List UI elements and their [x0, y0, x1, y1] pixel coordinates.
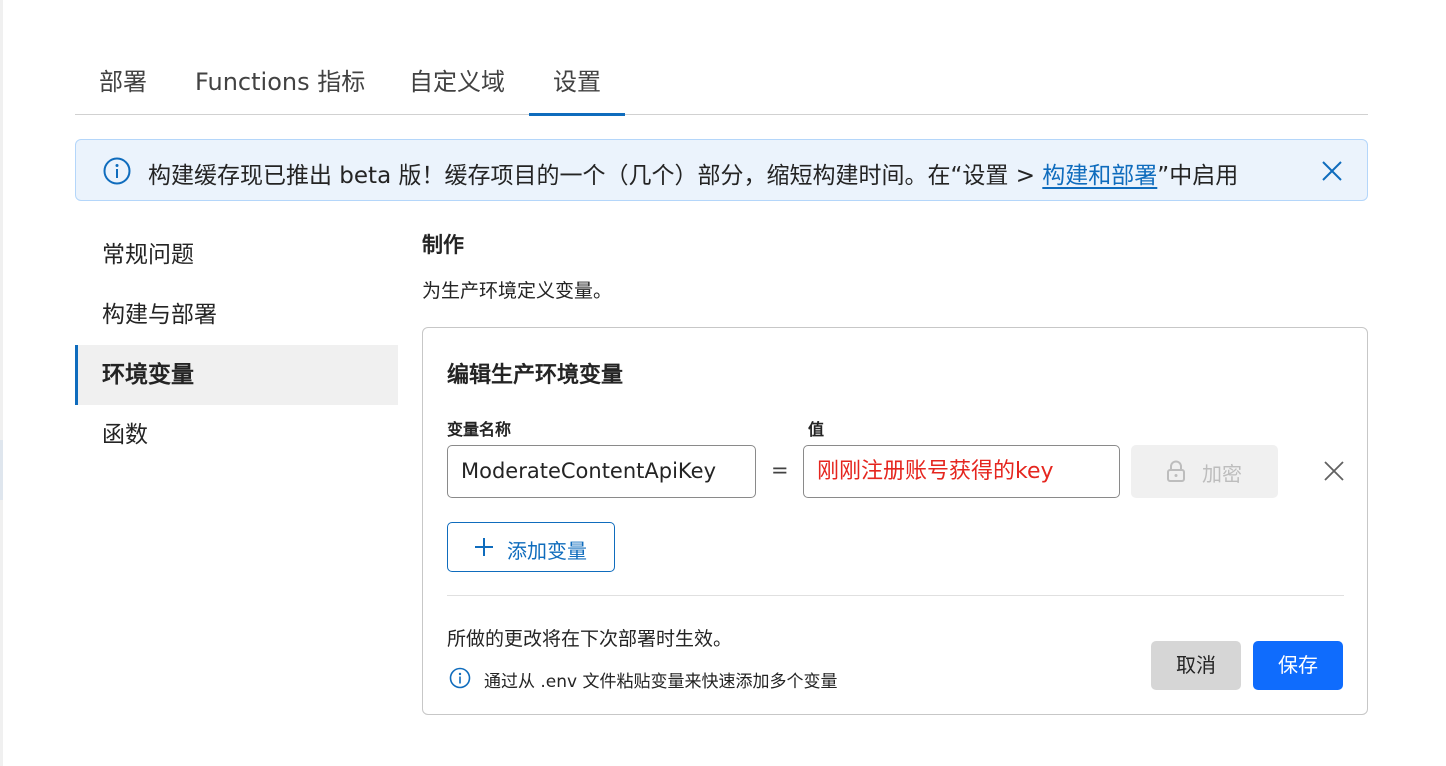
variable-name-input[interactable]: ModerateContentApiKey: [447, 445, 756, 498]
info-icon: [449, 667, 471, 689]
tab-deploy[interactable]: 部署: [99, 62, 147, 115]
page: 部署 Functions 指标 自定义域 设置 构建缓存现已推出 beta 版！…: [0, 0, 1446, 766]
lock-icon: [1167, 460, 1185, 482]
add-variable-label: 添加变量: [507, 539, 587, 563]
encrypt-button[interactable]: 加密: [1131, 445, 1278, 498]
info-banner: 构建缓存现已推出 beta 版！缓存项目的一个（几个）部分，缩短构建时间。在“设…: [75, 139, 1368, 201]
env-variables-card: 编辑生产环境变量 变量名称 值 ModerateContentApiKey = …: [422, 327, 1368, 715]
remove-icon[interactable]: [1322, 459, 1346, 483]
sidenav-item-build-deploy[interactable]: 构建与部署: [75, 285, 398, 345]
left-edge: [0, 0, 3, 766]
add-variable-button[interactable]: 添加变量: [447, 522, 615, 572]
sidenav-item-environment-variables[interactable]: 环境变量: [75, 345, 398, 405]
tab-settings[interactable]: 设置: [529, 62, 625, 116]
left-edge-mark: [0, 440, 3, 500]
variable-name-label: 变量名称: [447, 420, 512, 439]
divider: [447, 595, 1344, 596]
tab-functions-metrics[interactable]: Functions 指标: [195, 62, 365, 115]
section-description: 为生产环境定义变量。: [422, 280, 613, 302]
env-file-tip: 通过从 .env 文件粘贴变量来快速添加多个变量: [484, 672, 838, 692]
banner-text-after: ”中启用: [1157, 163, 1239, 189]
tab-custom-domains[interactable]: 自定义域: [409, 62, 505, 115]
footer-note: 所做的更改将在下次部署时生效。: [447, 628, 733, 650]
sidenav-item-functions[interactable]: 函数: [75, 405, 398, 465]
encrypt-label: 加密: [1202, 462, 1242, 486]
banner-link-build-deploy[interactable]: 构建和部署: [1042, 163, 1157, 189]
tab-bar: 部署 Functions 指标 自定义域 设置: [75, 48, 1368, 116]
save-button[interactable]: 保存: [1253, 641, 1343, 690]
cancel-button[interactable]: 取消: [1151, 641, 1241, 690]
info-icon: [103, 157, 131, 185]
close-icon[interactable]: [1319, 158, 1345, 184]
sidenav-item-general[interactable]: 常规问题: [75, 225, 398, 285]
section-title: 制作: [422, 233, 464, 257]
plus-icon: [475, 538, 493, 556]
variable-value-label: 值: [808, 420, 825, 439]
banner-message: 构建缓存现已推出 beta 版！缓存项目的一个（几个）部分，缩短构建时间。在“设…: [148, 156, 1238, 190]
card-title: 编辑生产环境变量: [447, 363, 624, 388]
equals-sign: =: [771, 458, 789, 482]
variable-value-input[interactable]: 刚刚注册账号获得的key: [803, 445, 1120, 498]
banner-text-before: 构建缓存现已推出 beta 版！缓存项目的一个（几个）部分，缩短构建时间。在“设…: [148, 163, 1043, 189]
settings-sidenav: 常规问题 构建与部署 环境变量 函数: [75, 225, 398, 465]
